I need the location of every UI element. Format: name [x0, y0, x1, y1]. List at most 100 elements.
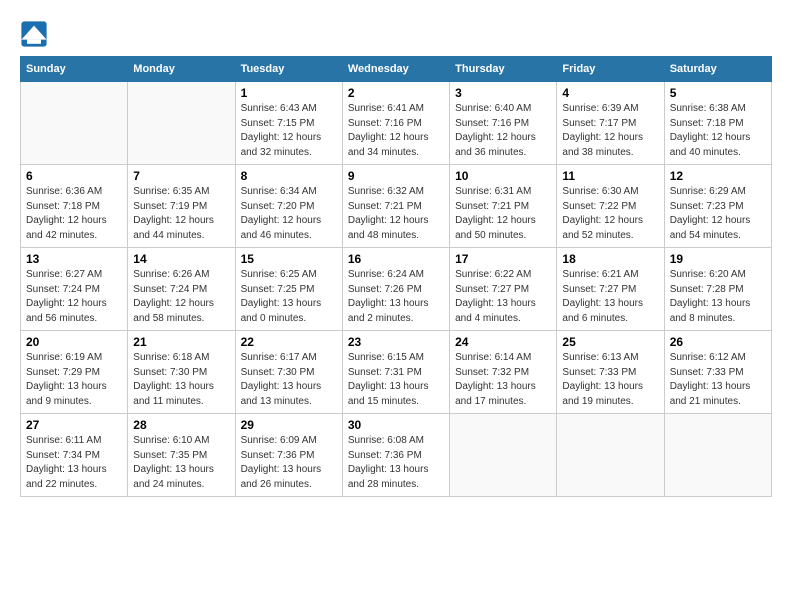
day-number: 11: [562, 169, 658, 183]
day-number: 15: [241, 252, 337, 266]
calendar-cell: 6 Sunrise: 6:36 AM Sunset: 7:18 PM Daylig…: [21, 165, 128, 248]
day-info: Sunrise: 6:41 AM Sunset: 7:16 PM Dayligh…: [348, 102, 444, 160]
calendar-cell: 7 Sunrise: 6:35 AM Sunset: 7:19 PM Daylig…: [128, 165, 235, 248]
day-info: Sunrise: 6:32 AM Sunset: 7:21 PM Dayligh…: [348, 185, 444, 243]
day-info: Sunrise: 6:35 AM Sunset: 7:19 PM Dayligh…: [133, 185, 229, 243]
day-info: Sunrise: 6:30 AM Sunset: 7:22 PM Dayligh…: [562, 185, 658, 243]
day-number: 18: [562, 252, 658, 266]
day-info: Sunrise: 6:29 AM Sunset: 7:23 PM Dayligh…: [670, 185, 766, 243]
calendar-header-row: SundayMondayTuesdayWednesdayThursdayFrid…: [21, 57, 772, 82]
day-info: Sunrise: 6:14 AM Sunset: 7:32 PM Dayligh…: [455, 351, 551, 409]
calendar-cell: 20 Sunrise: 6:19 AM Sunset: 7:29 PM Dayli…: [21, 331, 128, 414]
day-info: Sunrise: 6:25 AM Sunset: 7:25 PM Dayligh…: [241, 268, 337, 326]
day-number: 29: [241, 418, 337, 432]
day-number: 5: [670, 86, 766, 100]
calendar-cell: 16Sunrise: 6:24 AM Sunset: 7:26 PM Dayli…: [342, 248, 449, 331]
calendar-cell: 30 Sunrise: 6:08 AM Sunset: 7:36 PM Dayli…: [342, 414, 449, 497]
calendar-cell: 27 Sunrise: 6:11 AM Sunset: 7:34 PM Dayli…: [21, 414, 128, 497]
day-number: 3: [455, 86, 551, 100]
day-number: 6: [26, 169, 122, 183]
day-number: 10: [455, 169, 551, 183]
day-info: Sunrise: 6:11 AM Sunset: 7:34 PM Dayligh…: [26, 434, 122, 492]
day-info: Sunrise: 6:38 AM Sunset: 7:18 PM Dayligh…: [670, 102, 766, 160]
day-info: Sunrise: 6:24 AM Sunset: 7:26 PM Dayligh…: [348, 268, 444, 326]
day-number: 9: [348, 169, 444, 183]
calendar-cell: 17Sunrise: 6:22 AM Sunset: 7:27 PM Dayli…: [450, 248, 557, 331]
calendar-cell: 22 Sunrise: 6:17 AM Sunset: 7:30 PM Dayli…: [235, 331, 342, 414]
calendar-cell: 18 Sunrise: 6:21 AM Sunset: 7:27 PM Dayli…: [557, 248, 664, 331]
day-info: Sunrise: 6:18 AM Sunset: 7:30 PM Dayligh…: [133, 351, 229, 409]
day-info: Sunrise: 6:17 AM Sunset: 7:30 PM Dayligh…: [241, 351, 337, 409]
calendar-cell: 11 Sunrise: 6:30 AM Sunset: 7:22 PM Dayli…: [557, 165, 664, 248]
calendar-cell: 8Sunrise: 6:34 AM Sunset: 7:20 PM Daylig…: [235, 165, 342, 248]
day-info: Sunrise: 6:12 AM Sunset: 7:33 PM Dayligh…: [670, 351, 766, 409]
day-header-thursday: Thursday: [450, 57, 557, 82]
calendar-cell: 9 Sunrise: 6:32 AM Sunset: 7:21 PM Daylig…: [342, 165, 449, 248]
day-number: 25: [562, 335, 658, 349]
day-info: Sunrise: 6:10 AM Sunset: 7:35 PM Dayligh…: [133, 434, 229, 492]
day-number: 2: [348, 86, 444, 100]
day-number: 1: [241, 86, 337, 100]
calendar-cell: 12 Sunrise: 6:29 AM Sunset: 7:23 PM Dayli…: [664, 165, 771, 248]
calendar-cell: 10 Sunrise: 6:31 AM Sunset: 7:21 PM Dayli…: [450, 165, 557, 248]
calendar-cell: [557, 414, 664, 497]
day-number: 8: [241, 169, 337, 183]
day-number: 21: [133, 335, 229, 349]
day-info: Sunrise: 6:09 AM Sunset: 7:36 PM Dayligh…: [241, 434, 337, 492]
day-number: 17: [455, 252, 551, 266]
calendar-week-row: 27 Sunrise: 6:11 AM Sunset: 7:34 PM Dayli…: [21, 414, 772, 497]
day-number: 12: [670, 169, 766, 183]
calendar-cell: 2 Sunrise: 6:41 AM Sunset: 7:16 PM Daylig…: [342, 82, 449, 165]
calendar-cell: 15 Sunrise: 6:25 AM Sunset: 7:25 PM Dayli…: [235, 248, 342, 331]
day-info: Sunrise: 6:21 AM Sunset: 7:27 PM Dayligh…: [562, 268, 658, 326]
day-header-wednesday: Wednesday: [342, 57, 449, 82]
calendar-cell: [664, 414, 771, 497]
day-info: Sunrise: 6:31 AM Sunset: 7:21 PM Dayligh…: [455, 185, 551, 243]
calendar-cell: 23 Sunrise: 6:15 AM Sunset: 7:31 PM Dayli…: [342, 331, 449, 414]
day-info: Sunrise: 6:27 AM Sunset: 7:24 PM Dayligh…: [26, 268, 122, 326]
logo-icon: [20, 20, 48, 48]
calendar-week-row: 20 Sunrise: 6:19 AM Sunset: 7:29 PM Dayli…: [21, 331, 772, 414]
calendar-cell: 4 Sunrise: 6:39 AM Sunset: 7:17 PM Daylig…: [557, 82, 664, 165]
day-number: 26: [670, 335, 766, 349]
day-number: 4: [562, 86, 658, 100]
day-number: 28: [133, 418, 229, 432]
day-info: Sunrise: 6:40 AM Sunset: 7:16 PM Dayligh…: [455, 102, 551, 160]
day-info: Sunrise: 6:13 AM Sunset: 7:33 PM Dayligh…: [562, 351, 658, 409]
calendar-cell: 26 Sunrise: 6:12 AM Sunset: 7:33 PM Dayli…: [664, 331, 771, 414]
day-number: 24: [455, 335, 551, 349]
calendar-cell: 24 Sunrise: 6:14 AM Sunset: 7:32 PM Dayli…: [450, 331, 557, 414]
day-number: 7: [133, 169, 229, 183]
day-number: 13: [26, 252, 122, 266]
day-info: Sunrise: 6:19 AM Sunset: 7:29 PM Dayligh…: [26, 351, 122, 409]
day-number: 30: [348, 418, 444, 432]
calendar-week-row: 6 Sunrise: 6:36 AM Sunset: 7:18 PM Daylig…: [21, 165, 772, 248]
day-number: 20: [26, 335, 122, 349]
calendar-cell: [128, 82, 235, 165]
day-info: Sunrise: 6:15 AM Sunset: 7:31 PM Dayligh…: [348, 351, 444, 409]
day-number: 27: [26, 418, 122, 432]
day-info: Sunrise: 6:39 AM Sunset: 7:17 PM Dayligh…: [562, 102, 658, 160]
calendar-week-row: 1 Sunrise: 6:43 AM Sunset: 7:15 PM Daylig…: [21, 82, 772, 165]
day-header-tuesday: Tuesday: [235, 57, 342, 82]
calendar-cell: 3 Sunrise: 6:40 AM Sunset: 7:16 PM Daylig…: [450, 82, 557, 165]
day-number: 22: [241, 335, 337, 349]
calendar-cell: 1 Sunrise: 6:43 AM Sunset: 7:15 PM Daylig…: [235, 82, 342, 165]
day-info: Sunrise: 6:20 AM Sunset: 7:28 PM Dayligh…: [670, 268, 766, 326]
calendar-cell: 29 Sunrise: 6:09 AM Sunset: 7:36 PM Dayli…: [235, 414, 342, 497]
day-number: 23: [348, 335, 444, 349]
calendar-cell: 25 Sunrise: 6:13 AM Sunset: 7:33 PM Dayli…: [557, 331, 664, 414]
calendar-cell: [450, 414, 557, 497]
day-info: Sunrise: 6:36 AM Sunset: 7:18 PM Dayligh…: [26, 185, 122, 243]
day-header-saturday: Saturday: [664, 57, 771, 82]
calendar-cell: 19 Sunrise: 6:20 AM Sunset: 7:28 PM Dayli…: [664, 248, 771, 331]
calendar-cell: 5 Sunrise: 6:38 AM Sunset: 7:18 PM Daylig…: [664, 82, 771, 165]
day-number: 19: [670, 252, 766, 266]
day-info: Sunrise: 6:08 AM Sunset: 7:36 PM Dayligh…: [348, 434, 444, 492]
day-header-monday: Monday: [128, 57, 235, 82]
day-header-friday: Friday: [557, 57, 664, 82]
day-info: Sunrise: 6:26 AM Sunset: 7:24 PM Dayligh…: [133, 268, 229, 326]
day-header-sunday: Sunday: [21, 57, 128, 82]
calendar-cell: 28 Sunrise: 6:10 AM Sunset: 7:35 PM Dayli…: [128, 414, 235, 497]
day-info: Sunrise: 6:43 AM Sunset: 7:15 PM Dayligh…: [241, 102, 337, 160]
